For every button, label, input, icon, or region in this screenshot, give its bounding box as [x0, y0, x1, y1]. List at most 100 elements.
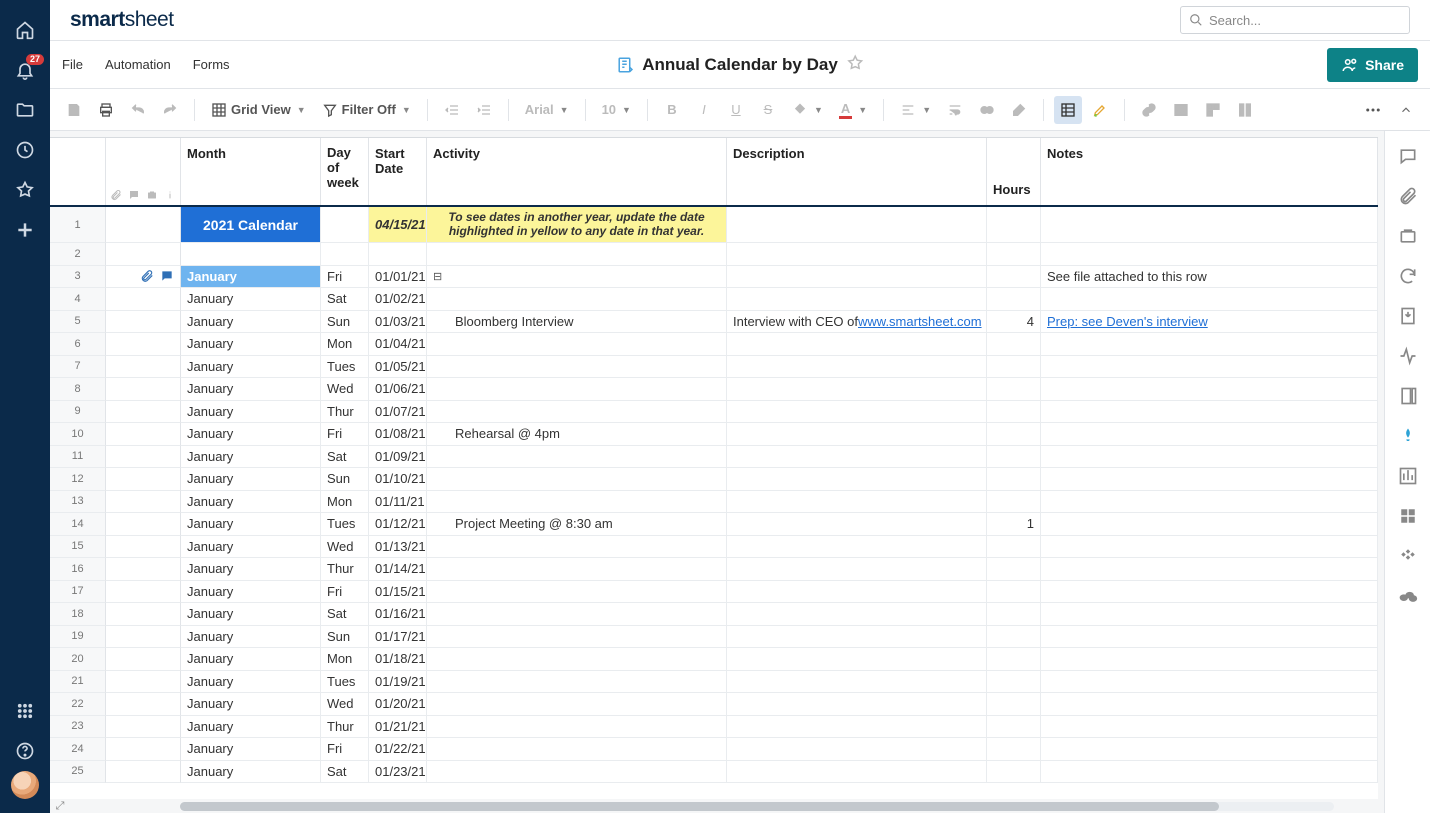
cell-notes[interactable]: [1041, 693, 1378, 716]
cell-activity[interactable]: Bloomberg Interview: [427, 311, 727, 334]
cell-description[interactable]: [727, 738, 987, 761]
table-row[interactable]: 12021 Calendar04/15/21To see dates in an…: [50, 207, 1378, 243]
row-number[interactable]: 19: [50, 626, 106, 649]
cell-activity[interactable]: [427, 648, 727, 671]
activity-log-icon[interactable]: [1393, 341, 1423, 371]
cell-date[interactable]: 01/08/21: [369, 423, 427, 446]
cell-month[interactable]: January: [181, 356, 321, 379]
cell-notes[interactable]: [1041, 423, 1378, 446]
cell-date[interactable]: [369, 243, 427, 266]
cell-notes[interactable]: [1041, 356, 1378, 379]
menu-automation[interactable]: Automation: [105, 57, 171, 72]
cell-activity[interactable]: [427, 468, 727, 491]
cell-month[interactable]: January: [181, 558, 321, 581]
cell-notes[interactable]: [1041, 513, 1378, 536]
search-input[interactable]: [1209, 13, 1401, 28]
expand-icon[interactable]: ⤢: [50, 799, 70, 813]
row-indicators[interactable]: [106, 333, 181, 356]
cell-date[interactable]: 01/06/21: [369, 378, 427, 401]
font-size-select[interactable]: 10▼: [596, 96, 637, 124]
cell-date[interactable]: 01/20/21: [369, 693, 427, 716]
col-day-of-week[interactable]: Dayofweek: [321, 138, 369, 205]
attachment-icon[interactable]: [140, 269, 154, 283]
cell-description[interactable]: [727, 558, 987, 581]
cell-activity[interactable]: [427, 243, 727, 266]
cell-description[interactable]: [727, 266, 987, 289]
row-indicators[interactable]: [106, 311, 181, 334]
table-row[interactable]: 22JanuaryWed01/20/21: [50, 693, 1378, 716]
cell-dow[interactable]: Mon: [321, 491, 369, 514]
table-row[interactable]: 18JanuarySat01/16/21: [50, 603, 1378, 626]
description-link[interactable]: www.smartsheet.com: [858, 314, 982, 329]
brandfolder-icon[interactable]: [1393, 421, 1423, 451]
cell-notes[interactable]: [1041, 603, 1378, 626]
col-notes[interactable]: Notes: [1041, 138, 1378, 205]
user-avatar[interactable]: [11, 771, 39, 799]
cell-date[interactable]: 01/21/21: [369, 716, 427, 739]
cell-activity[interactable]: [427, 626, 727, 649]
notes-link[interactable]: Prep: see Deven's interview: [1047, 314, 1208, 329]
menu-file[interactable]: File: [62, 57, 83, 72]
cell-hours[interactable]: [987, 603, 1041, 626]
cell-month[interactable]: 2021 Calendar: [181, 207, 321, 243]
cell-dow[interactable]: Thur: [321, 558, 369, 581]
cell-month[interactable]: January: [181, 423, 321, 446]
cell-notes[interactable]: [1041, 468, 1378, 491]
row-indicators[interactable]: [106, 648, 181, 671]
cell-month[interactable]: January: [181, 378, 321, 401]
row-number[interactable]: 12: [50, 468, 106, 491]
cell-activity[interactable]: [427, 738, 727, 761]
cell-month[interactable]: January: [181, 311, 321, 334]
cell-date[interactable]: 01/02/21: [369, 288, 427, 311]
row-number[interactable]: 22: [50, 693, 106, 716]
cell-notes[interactable]: [1041, 738, 1378, 761]
cell-hours[interactable]: [987, 648, 1041, 671]
table-row[interactable]: 7JanuaryTues01/05/21: [50, 356, 1378, 379]
comment-icon[interactable]: [160, 269, 174, 283]
cell-dow[interactable]: Sun: [321, 311, 369, 334]
cell-activity[interactable]: ⊟: [427, 266, 727, 289]
cell-date[interactable]: 01/11/21: [369, 491, 427, 514]
cell-description[interactable]: [727, 356, 987, 379]
cell-hours[interactable]: [987, 243, 1041, 266]
cell-notes[interactable]: Prep: see Deven's interview: [1041, 311, 1378, 334]
cell-activity[interactable]: [427, 558, 727, 581]
favorite-star-icon[interactable]: [846, 54, 864, 75]
table-row[interactable]: 21JanuaryTues01/19/21: [50, 671, 1378, 694]
cell-date[interactable]: 01/15/21: [369, 581, 427, 604]
table-row[interactable]: 24JanuaryFri01/22/21: [50, 738, 1378, 761]
row-number[interactable]: 13: [50, 491, 106, 514]
cell-description[interactable]: [727, 761, 987, 784]
notifications-icon[interactable]: 27: [0, 50, 50, 90]
row-number[interactable]: 2: [50, 243, 106, 266]
row-indicators[interactable]: [106, 558, 181, 581]
cell-dow[interactable]: Wed: [321, 536, 369, 559]
cell-notes[interactable]: [1041, 333, 1378, 356]
table-row[interactable]: 11JanuarySat01/09/21: [50, 446, 1378, 469]
cell-month[interactable]: January: [181, 333, 321, 356]
cell-activity[interactable]: [427, 603, 727, 626]
cell-dow[interactable]: Fri: [321, 423, 369, 446]
conditional-format-button[interactable]: [1054, 96, 1082, 124]
cell-hours[interactable]: [987, 581, 1041, 604]
row-indicators[interactable]: [106, 491, 181, 514]
cell-dow[interactable]: Sat: [321, 446, 369, 469]
cell-month[interactable]: January: [181, 671, 321, 694]
share-button[interactable]: Share: [1327, 48, 1418, 82]
cell-dow[interactable]: Tues: [321, 513, 369, 536]
cell-activity[interactable]: [427, 761, 727, 784]
cell-description[interactable]: [727, 603, 987, 626]
publish-icon[interactable]: [1393, 301, 1423, 331]
cell-date[interactable]: 01/04/21: [369, 333, 427, 356]
row-number[interactable]: 18: [50, 603, 106, 626]
row-indicators[interactable]: [106, 716, 181, 739]
cell-date[interactable]: 01/17/21: [369, 626, 427, 649]
cell-dow[interactable]: Fri: [321, 266, 369, 289]
cell-hours[interactable]: [987, 207, 1041, 243]
horizontal-scrollbar[interactable]: [180, 802, 1334, 811]
row-indicators[interactable]: [106, 581, 181, 604]
row-indicators[interactable]: [106, 693, 181, 716]
col-description[interactable]: Description: [727, 138, 987, 205]
cell-dow[interactable]: Sat: [321, 288, 369, 311]
col-month[interactable]: Month: [181, 138, 321, 205]
